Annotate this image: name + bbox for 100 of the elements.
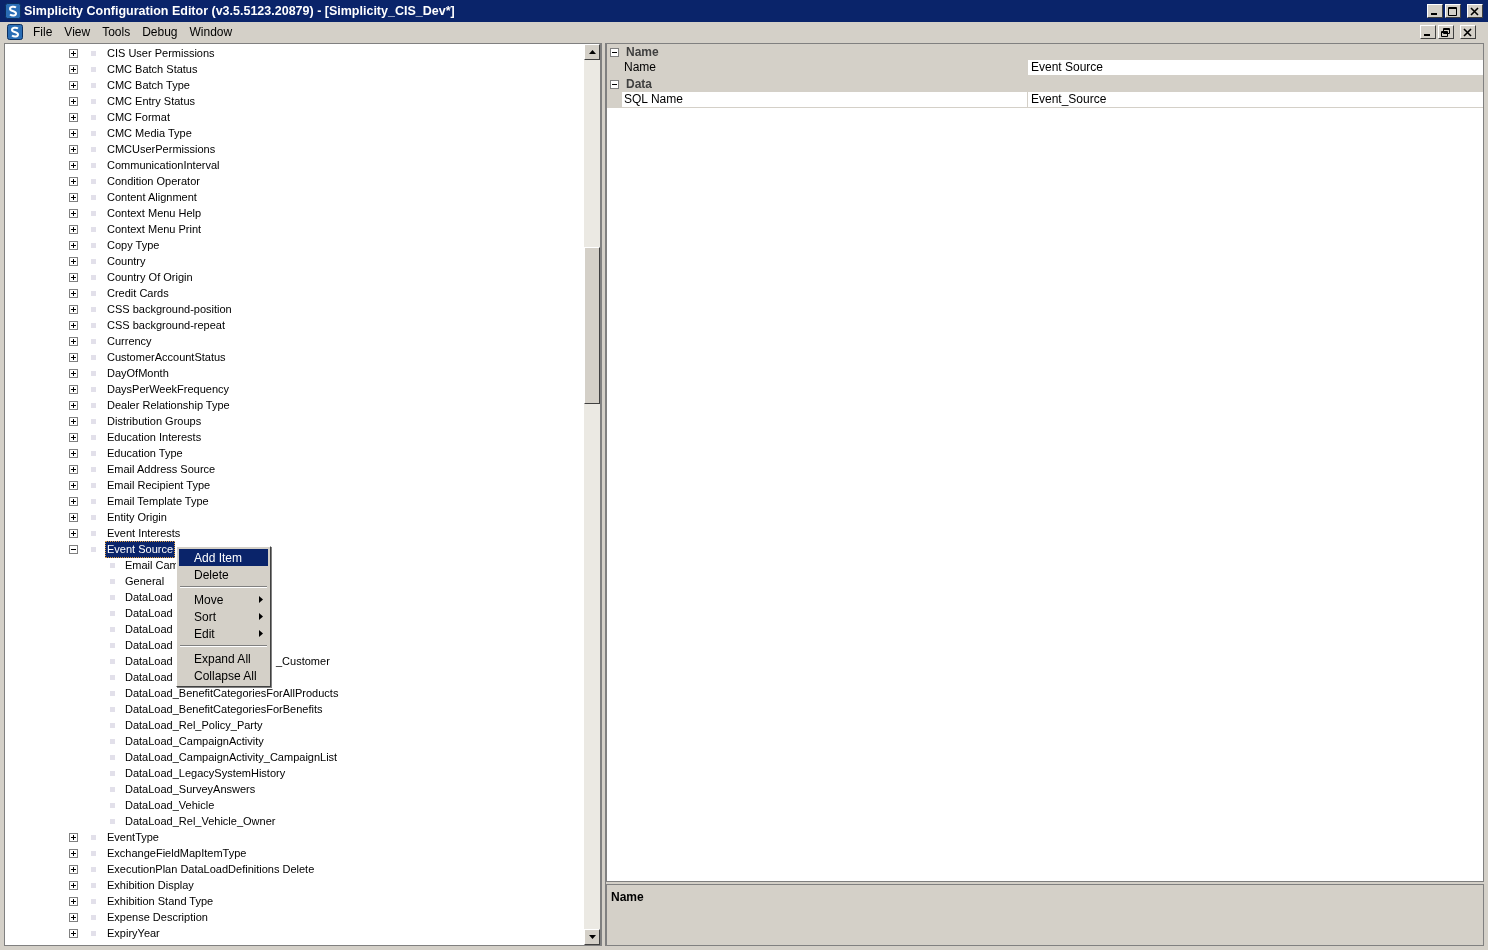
tree-item[interactable]: Context Menu Help [105,205,204,221]
tree-item[interactable]: DayOfMonth [105,365,171,381]
tree-item[interactable]: Email Address Source [105,461,218,477]
property-name[interactable]: Name [622,60,1028,75]
tree-item[interactable]: DataLoad_CampaignActivity [124,732,265,750]
scroll-thumb[interactable] [584,247,600,404]
tree-item[interactable]: DataLoad [124,604,174,622]
tree-item[interactable]: Distribution Groups [105,413,204,429]
expand-icon[interactable] [69,224,78,234]
tree-item[interactable]: DataLoad_CampaignActivity_CampaignList [124,748,339,766]
tree-item[interactable]: DataLoad_Rel_Policy_Party [124,716,264,734]
tree-item[interactable]: ExecutionPlan DataLoadDefinitions Delete [105,861,317,877]
tree-item[interactable]: DataLoad_Vehicle [124,796,216,814]
expand-icon[interactable] [69,384,78,394]
tree-item[interactable]: Country Of Origin [105,269,195,285]
tree-item[interactable]: CMC Media Type [105,125,194,141]
collapse-icon[interactable] [69,544,78,554]
scroll-down-button[interactable] [584,929,600,945]
close-button[interactable] [1467,4,1483,18]
property-name[interactable]: SQL Name [622,92,1028,107]
tree-item[interactable]: DaysPerWeekFrequency [105,381,232,397]
tree-item[interactable]: Exhibition Display [105,877,196,893]
tree-item[interactable]: DataLoad_Rel_Vehicle_Owner [124,812,277,830]
tree-item[interactable]: CMC Batch Type [105,77,192,93]
tree-item[interactable]: DataLoad [124,652,174,670]
scroll-up-icon[interactable] [588,50,596,54]
scroll-up-button[interactable] [584,44,600,60]
tree-item[interactable]: Event Source [105,540,176,558]
expand-icon[interactable] [69,368,78,378]
expand-icon[interactable] [69,848,78,858]
tree-item[interactable]: Event Interests [105,525,183,541]
menu-item[interactable]: Tools [96,23,137,41]
tree-item[interactable]: EventType [105,829,161,845]
tree-item[interactable]: ExpiryYear [105,925,162,941]
scroll-down-icon[interactable] [588,935,596,939]
tree-item[interactable]: CustomerAccountStatus [105,349,228,365]
expand-icon[interactable] [69,288,78,298]
tree-item[interactable]: Content Alignment [105,189,199,205]
expand-icon[interactable] [69,352,78,362]
expand-icon[interactable] [69,464,78,474]
expand-icon[interactable] [69,48,78,58]
expand-icon[interactable] [69,432,78,442]
menu-item[interactable]: Sort [179,608,268,625]
minimize-button[interactable] [1427,4,1443,18]
collapse-icon[interactable] [610,47,619,57]
maximize-button[interactable] [1445,4,1461,18]
expand-icon[interactable] [69,160,78,170]
menu-item[interactable]: File [27,23,59,41]
minimize-button[interactable] [1420,25,1436,39]
tree-item[interactable]: CIS User Permissions [105,45,217,61]
menu-item[interactable]: View [58,23,97,41]
expand-icon[interactable] [69,336,78,346]
tree-item[interactable]: DataLoad [124,620,174,638]
menu-item[interactable]: Move [179,591,268,608]
tree-item[interactable]: DataLoad [124,668,174,686]
expand-icon[interactable] [69,528,78,538]
tree-item[interactable]: Context Menu Print [105,221,204,237]
menu-item[interactable]: Collapse All [179,667,268,684]
tree-item[interactable]: DataLoad_BenefitCategoriesForAllProducts [124,684,340,702]
restore-button[interactable] [1438,25,1454,39]
scrollbar[interactable] [584,44,600,945]
tree-item[interactable]: CSS background-position [105,301,234,317]
tree-item[interactable]: DataLoad_SurveyAnswers [124,780,257,798]
expand-icon[interactable] [69,480,78,490]
expand-icon[interactable] [69,256,78,266]
expand-icon[interactable] [69,416,78,426]
expand-icon[interactable] [69,144,78,154]
menu-item[interactable]: Delete [179,566,268,583]
expand-icon[interactable] [69,512,78,522]
tree-item[interactable]: General [124,572,166,590]
expand-icon[interactable] [69,896,78,906]
tree-item[interactable]: Education Type [105,445,185,461]
tree-item[interactable]: CMC Format [105,109,172,125]
tree-item[interactable]: Country [105,253,148,269]
tree-item[interactable]: ExchangeFieldMapItemType [105,845,249,861]
tree-item[interactable]: DataLoad [124,588,174,606]
close-button[interactable] [1460,25,1476,39]
expand-icon[interactable] [69,496,78,506]
expand-icon[interactable] [69,64,78,74]
tree-item[interactable]: Currency [105,333,154,349]
menu-item[interactable]: Edit [179,625,268,642]
tree-item[interactable]: CommunicationInterval [105,157,222,173]
expand-icon[interactable] [69,128,78,138]
tree-item[interactable]: _Customer [276,652,330,670]
expand-icon[interactable] [69,880,78,890]
tree-item[interactable]: Email Recipient Type [105,477,213,493]
menu-item[interactable]: Expand All [179,650,268,667]
expand-icon[interactable] [69,96,78,106]
tree-item[interactable]: CMC Entry Status [105,93,198,109]
tree-item[interactable]: Dealer Relationship Type [105,397,232,413]
expand-icon[interactable] [69,208,78,218]
tree-item[interactable]: DataLoad [124,636,174,654]
expand-icon[interactable] [69,912,78,922]
expand-icon[interactable] [69,864,78,874]
expand-icon[interactable] [69,192,78,202]
expand-icon[interactable] [69,272,78,282]
expand-icon[interactable] [69,304,78,314]
tree-item[interactable]: Education Interests [105,429,204,445]
tree-item[interactable]: Credit Cards [105,285,171,301]
tree-item[interactable]: DataLoad_BenefitCategoriesForBenefits [124,700,324,718]
